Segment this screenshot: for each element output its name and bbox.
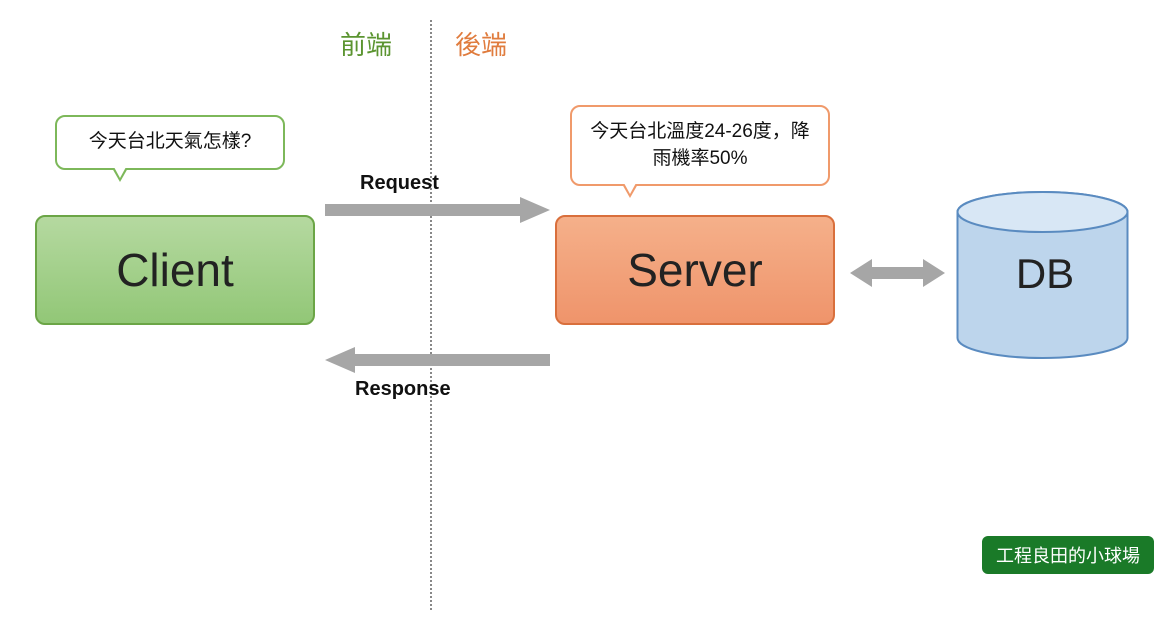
vertical-divider: [430, 20, 432, 610]
footer-badge: 工程良田的小球場: [982, 536, 1154, 574]
server-speech-bubble: 今天台北溫度24-26度，降雨機率50%: [570, 105, 830, 186]
backend-label: 後端: [455, 25, 507, 62]
server-db-arrow-icon: [850, 255, 945, 291]
client-speech-bubble: 今天台北天氣怎樣?: [55, 115, 285, 170]
frontend-label: 前端: [340, 25, 392, 62]
response-label: Response: [355, 378, 451, 401]
server-box: Server: [555, 215, 835, 325]
request-label: Request: [360, 172, 439, 195]
client-box: Client: [35, 215, 315, 325]
request-arrow-icon: [325, 195, 550, 225]
response-arrow-icon: [325, 345, 550, 375]
database-label: DB: [960, 250, 1130, 298]
